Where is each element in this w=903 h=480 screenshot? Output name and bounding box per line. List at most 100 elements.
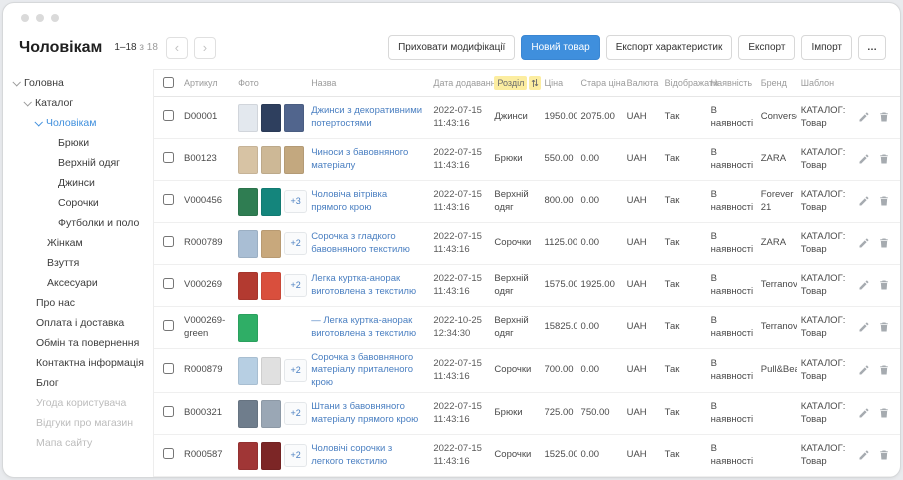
delete-icon[interactable]	[878, 237, 890, 250]
delete-icon[interactable]	[878, 153, 890, 166]
new-product-button[interactable]: Новий товар	[521, 35, 599, 60]
product-photo[interactable]	[238, 272, 258, 300]
column-header-template[interactable]: Шаблон	[797, 70, 857, 97]
edit-icon[interactable]	[858, 364, 870, 377]
window-control-maximize[interactable]	[51, 14, 59, 22]
row-checkbox[interactable]	[163, 448, 174, 459]
row-checkbox[interactable]	[163, 406, 174, 417]
hide-modifications-button[interactable]: Приховати модифікації	[388, 35, 515, 60]
row-checkbox[interactable]	[163, 152, 174, 163]
export-characteristics-button[interactable]: Експорт характеристик	[606, 35, 733, 60]
row-checkbox[interactable]	[163, 110, 174, 121]
sidebar-item[interactable]: Мапа сайту	[3, 433, 153, 453]
product-name-link[interactable]: Штани з бавовняного матеріалу прямого кр…	[311, 401, 418, 424]
window-control-close[interactable]	[21, 14, 29, 22]
sidebar-item[interactable]: Оплата і доставка	[3, 313, 153, 333]
more-photos-badge[interactable]: +2	[284, 274, 307, 297]
product-photo[interactable]	[238, 230, 258, 258]
more-photos-badge[interactable]: +2	[284, 402, 307, 425]
sidebar-item[interactable]: Блог	[3, 373, 153, 393]
product-photo[interactable]	[238, 146, 258, 174]
product-name-link[interactable]: Сорочка з гладкого бавовняного текстилю	[311, 231, 410, 254]
product-photo[interactable]	[261, 188, 281, 216]
product-photo[interactable]	[261, 230, 281, 258]
product-photo[interactable]	[238, 357, 258, 385]
edit-icon[interactable]	[858, 321, 870, 334]
row-checkbox[interactable]	[163, 278, 174, 289]
sidebar-item[interactable]: Аксесуари	[3, 273, 153, 293]
column-header-currency[interactable]: Валюта	[623, 70, 661, 97]
product-photo[interactable]	[238, 104, 258, 132]
product-name-link[interactable]: Чоловіча вітрівка прямого крою	[311, 189, 387, 212]
delete-icon[interactable]	[878, 364, 890, 377]
more-photos-badge[interactable]: +2	[284, 444, 307, 467]
column-header-price[interactable]: Ціна	[540, 70, 576, 97]
export-button[interactable]: Експорт	[738, 35, 795, 60]
edit-icon[interactable]	[858, 449, 870, 462]
product-name-link[interactable]: Легка куртка-анорак виготовлена з тексти…	[311, 273, 416, 296]
sort-direction-icon[interactable]	[529, 76, 541, 90]
column-header-photo[interactable]: Фото	[234, 70, 307, 97]
row-checkbox[interactable]	[163, 320, 174, 331]
select-all-checkbox[interactable]	[163, 77, 174, 88]
pagination-next-button[interactable]: ›	[194, 37, 216, 59]
delete-icon[interactable]	[878, 279, 890, 292]
sidebar-item[interactable]: Джинси	[3, 173, 153, 193]
delete-icon[interactable]	[878, 449, 890, 462]
sidebar-item[interactable]: Головна	[3, 73, 153, 93]
row-checkbox[interactable]	[163, 363, 174, 374]
product-photo[interactable]	[261, 272, 281, 300]
product-photo[interactable]	[261, 400, 281, 428]
product-photo[interactable]	[261, 442, 281, 470]
edit-icon[interactable]	[858, 195, 870, 208]
edit-icon[interactable]	[858, 279, 870, 292]
product-photo[interactable]	[284, 146, 304, 174]
row-checkbox[interactable]	[163, 194, 174, 205]
sidebar-item[interactable]: Контактна інформація	[3, 353, 153, 373]
product-photo[interactable]	[238, 314, 258, 342]
delete-icon[interactable]	[878, 111, 890, 124]
window-control-minimize[interactable]	[36, 14, 44, 22]
more-photos-badge[interactable]: +2	[284, 359, 307, 382]
sidebar-item[interactable]: Обмін та повернення	[3, 333, 153, 353]
column-header-old-price[interactable]: Стара ціна	[577, 70, 623, 97]
column-header-availability[interactable]: Наявність	[707, 70, 757, 97]
product-photo[interactable]	[261, 146, 281, 174]
product-photo[interactable]	[261, 104, 281, 132]
sidebar-item[interactable]: Про нас	[3, 293, 153, 313]
pagination-prev-button[interactable]: ‹	[166, 37, 188, 59]
sidebar-item[interactable]: Угода користувача	[3, 393, 153, 413]
sidebar-item[interactable]: Верхній одяг	[3, 153, 153, 173]
edit-icon[interactable]	[858, 237, 870, 250]
more-actions-button[interactable]: …	[858, 35, 886, 60]
product-photo[interactable]	[284, 104, 304, 132]
product-name-link[interactable]: Джинси з декоративними потертостями	[311, 105, 422, 128]
edit-icon[interactable]	[858, 153, 870, 166]
product-photo[interactable]	[238, 400, 258, 428]
row-checkbox[interactable]	[163, 236, 174, 247]
product-photo[interactable]	[261, 357, 281, 385]
edit-icon[interactable]	[858, 111, 870, 124]
product-name-link[interactable]: Чоловічі сорочки з легкого текстилю	[311, 443, 392, 466]
sidebar-item[interactable]: Каталог	[3, 93, 153, 113]
sidebar-item[interactable]: Брюки	[3, 133, 153, 153]
column-header-brand[interactable]: Бренд	[757, 70, 797, 97]
more-photos-badge[interactable]: +2	[284, 232, 307, 255]
column-header-section[interactable]: Розділ	[490, 70, 540, 97]
sidebar-item[interactable]: Чоловікам	[3, 113, 153, 133]
column-header-display[interactable]: Відображати	[661, 70, 707, 97]
product-name-link[interactable]: — Легка куртка-анорак виготовлена з текс…	[311, 315, 416, 338]
edit-icon[interactable]	[858, 407, 870, 420]
delete-icon[interactable]	[878, 195, 890, 208]
column-header-name[interactable]: Назва	[307, 70, 429, 97]
sidebar-item[interactable]: Відгуки про магазин	[3, 413, 153, 433]
sidebar-item[interactable]: Взуття	[3, 253, 153, 273]
product-name-link[interactable]: Сорочка з бавовняного матеріалу притален…	[311, 352, 413, 388]
column-header-date[interactable]: Дата додавання	[429, 70, 490, 97]
import-button[interactable]: Імпорт	[801, 35, 852, 60]
product-photo[interactable]	[238, 188, 258, 216]
product-photo[interactable]	[238, 442, 258, 470]
delete-icon[interactable]	[878, 407, 890, 420]
product-name-link[interactable]: Чиноси з бавовняного матеріалу	[311, 147, 408, 170]
sidebar-item[interactable]: Футболки и поло	[3, 213, 153, 233]
